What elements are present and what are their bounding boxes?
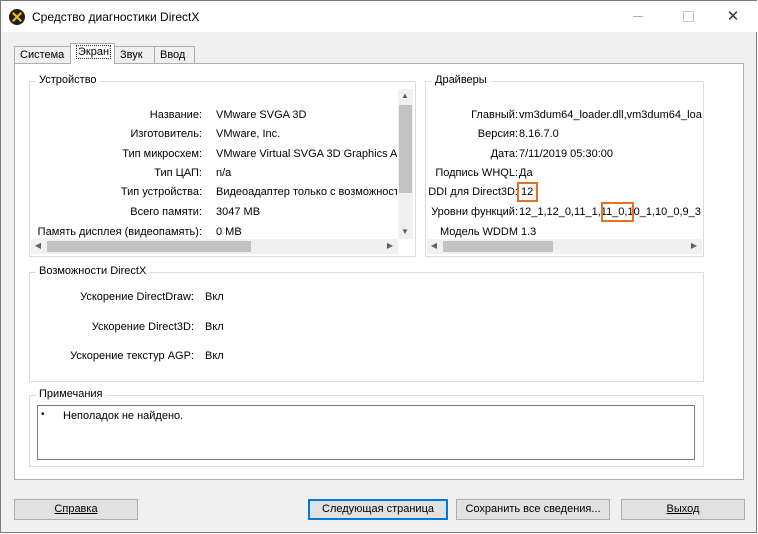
device-value: VMware, Inc. <box>216 128 281 140</box>
driver-value: vm3dum64_loader.dll,vm3dum64_load <box>519 109 702 121</box>
feature-label: Ускорение текстур AGP: <box>70 350 194 362</box>
driver-label: Уровни функций: <box>431 206 518 218</box>
device-value: 0 MB <box>216 226 242 238</box>
notes-list[interactable]: • Неполадок не найдено. <box>37 405 695 460</box>
window-title: Средство диагностики DirectX <box>32 10 200 24</box>
scroll-thumb[interactable] <box>47 241 251 252</box>
scroll-down-icon[interactable]: ▼ <box>398 225 412 239</box>
drivers-horizontal-scrollbar[interactable]: ◀ ▶ <box>427 239 702 254</box>
maximize-icon <box>682 11 694 23</box>
help-button-label: Справка <box>54 503 98 515</box>
device-label: Название: <box>149 109 202 121</box>
help-button[interactable]: Справка <box>14 499 138 520</box>
driver-label: Подпись WHQL: <box>435 167 518 179</box>
device-label: Всего памяти: <box>130 206 202 218</box>
tab-label: Ввод <box>160 49 186 61</box>
feature-level-highlight-box <box>601 202 634 222</box>
feature-label: Ускорение Direct3D: <box>91 321 194 333</box>
bullet-icon: • <box>41 409 45 420</box>
device-value: 3047 MB <box>216 206 261 218</box>
next-page-button-label: Следующая страница <box>322 503 434 515</box>
dxdiag-window: Средство диагностики DirectX ✕ Система Э… <box>0 0 757 533</box>
directx-app-icon <box>9 9 25 25</box>
scroll-left-icon[interactable]: ◀ <box>427 239 441 253</box>
driver-label: Версия: <box>477 128 518 140</box>
device-group-title: Устройство <box>36 74 100 86</box>
save-all-info-button[interactable]: Сохранить все сведения... <box>456 499 610 520</box>
device-value: VMware SVGA 3D <box>216 109 307 121</box>
tab-label: Звук <box>120 49 143 61</box>
drivers-group-title: Драйверы <box>432 74 490 86</box>
device-horizontal-scrollbar[interactable]: ◀ ▶ <box>31 239 398 254</box>
tab-label: Экран <box>76 45 112 59</box>
driver-value: Да <box>519 167 533 179</box>
tab-display[interactable]: Экран <box>70 43 115 64</box>
driver-value: 1.3 <box>521 226 537 238</box>
exit-button[interactable]: Выход <box>621 499 745 520</box>
device-value: n/a <box>216 167 232 179</box>
maximize-button[interactable] <box>665 1 711 32</box>
next-page-button[interactable]: Следующая страница <box>308 499 448 520</box>
scroll-left-icon[interactable]: ◀ <box>31 239 45 253</box>
scroll-thumb[interactable] <box>443 241 553 252</box>
driver-label: DDI для Direct3D: <box>428 186 518 198</box>
device-value: Видеоадаптер только с возможност <box>216 186 397 198</box>
device-vertical-scrollbar[interactable]: ▲ ▼ <box>398 89 413 239</box>
feature-value: Вкл <box>205 350 224 362</box>
driver-label: Модель WDDM <box>440 226 518 238</box>
device-value: VMware Virtual SVGA 3D Graphics Ada <box>216 148 397 160</box>
scroll-up-icon[interactable]: ▲ <box>398 89 412 103</box>
feature-label: Ускорение DirectDraw: <box>80 291 194 303</box>
title-bar[interactable]: Средство диагностики DirectX ✕ <box>1 1 757 32</box>
tab-system[interactable]: Система <box>14 46 71 64</box>
device-label: Тип устройства: <box>120 186 202 198</box>
scroll-right-icon[interactable]: ▶ <box>687 239 701 253</box>
device-label: Тип микросхем: <box>122 148 202 160</box>
driver-value: 12 <box>521 186 534 198</box>
scroll-right-icon[interactable]: ▶ <box>383 239 397 253</box>
feature-value: Вкл <box>205 321 224 333</box>
tab-input[interactable]: Ввод <box>154 46 195 64</box>
scroll-thumb[interactable] <box>399 105 412 193</box>
driver-label: Дата: <box>490 148 518 160</box>
close-button[interactable]: ✕ <box>710 1 756 32</box>
driver-value: 8.16.7.0 <box>519 128 559 140</box>
device-label: Память дисплея (видеопамять): <box>37 226 202 238</box>
minimize-button[interactable] <box>615 1 661 32</box>
minimize-icon <box>633 16 643 18</box>
feature-value: Вкл <box>205 291 224 303</box>
driver-label: Главный: <box>471 109 518 121</box>
ddi-highlight-box <box>517 182 538 202</box>
driver-value: 7/11/2019 05:30:00 <box>519 148 613 160</box>
directx-features-group-title: Возможности DirectX <box>36 265 150 277</box>
device-label: Тип ЦАП: <box>154 167 202 179</box>
save-all-info-button-label: Сохранить все сведения... <box>465 503 601 515</box>
notes-group-title: Примечания <box>36 388 106 400</box>
tab-label: Система <box>20 49 65 61</box>
notes-item: Неполадок не найдено. <box>63 410 184 422</box>
device-label: Изготовитель: <box>130 128 203 140</box>
exit-button-label: Выход <box>666 503 700 515</box>
close-icon: ✕ <box>726 8 740 25</box>
tab-sound[interactable]: Звук <box>114 46 155 64</box>
